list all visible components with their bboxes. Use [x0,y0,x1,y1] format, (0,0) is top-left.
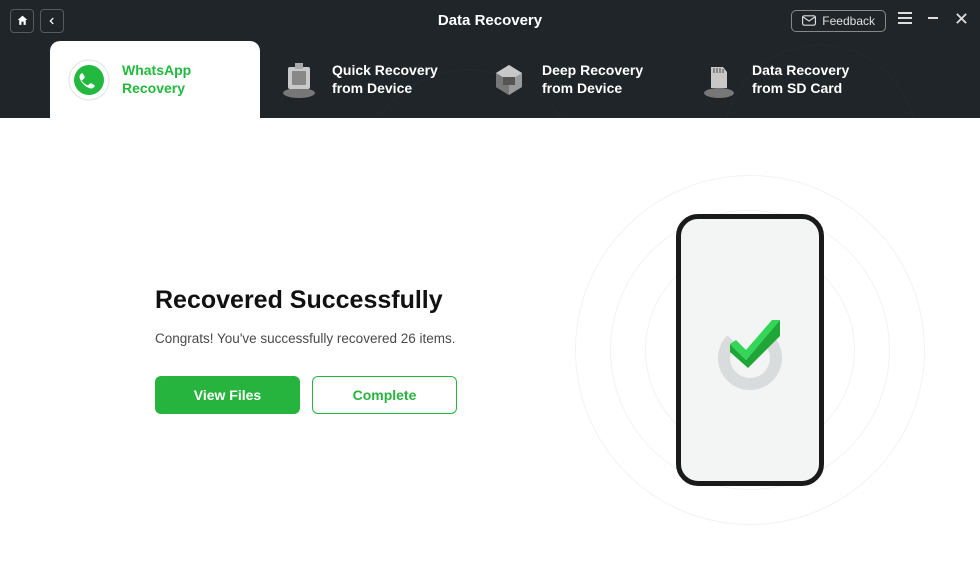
feedback-label: Feedback [822,14,875,28]
checkmark-icon [724,316,786,371]
feedback-button[interactable]: Feedback [791,10,886,32]
title-bar: Data Recovery Feedback [0,0,980,41]
tab-label-line2: Recovery [122,80,191,98]
quick-recovery-icon [278,59,320,101]
tab-label-line1: WhatsApp [122,62,191,80]
close-button[interactable] [952,12,970,30]
whatsapp-icon [68,59,110,101]
tab-label-line1: Deep Recovery [542,62,643,80]
tab-label-line2: from Device [542,80,643,98]
tab-label-line2: from SD Card [752,80,849,98]
app-title: Data Recovery [438,12,542,29]
result-title: Recovered Successfully [155,286,555,315]
tab-label-line2: from Device [332,80,438,98]
tab-deep-recovery[interactable]: Deep Recovery from Device [470,41,680,118]
complete-button[interactable]: Complete [312,376,457,414]
result-subtitle: Congrats! You've successfully recovered … [155,331,555,346]
tab-label-line1: Data Recovery [752,62,849,80]
mode-tabs: WhatsApp Recovery Quick Recovery from De… [0,41,980,118]
sdcard-icon [698,59,740,101]
back-button[interactable] [40,9,64,33]
menu-button[interactable] [896,11,914,30]
success-illustration [590,190,910,510]
content-area: Recovered Successfully Congrats! You've … [0,118,980,582]
tab-label-line1: Quick Recovery [332,62,438,80]
tab-whatsapp-recovery[interactable]: WhatsApp Recovery [50,41,260,118]
minimize-button[interactable] [924,11,942,30]
phone-frame [676,214,824,486]
deep-recovery-icon [488,59,530,101]
tab-quick-recovery[interactable]: Quick Recovery from Device [260,41,470,118]
tab-sdcard-recovery[interactable]: Data Recovery from SD Card [680,41,890,118]
view-files-button[interactable]: View Files [155,376,300,414]
home-button[interactable] [10,9,34,33]
